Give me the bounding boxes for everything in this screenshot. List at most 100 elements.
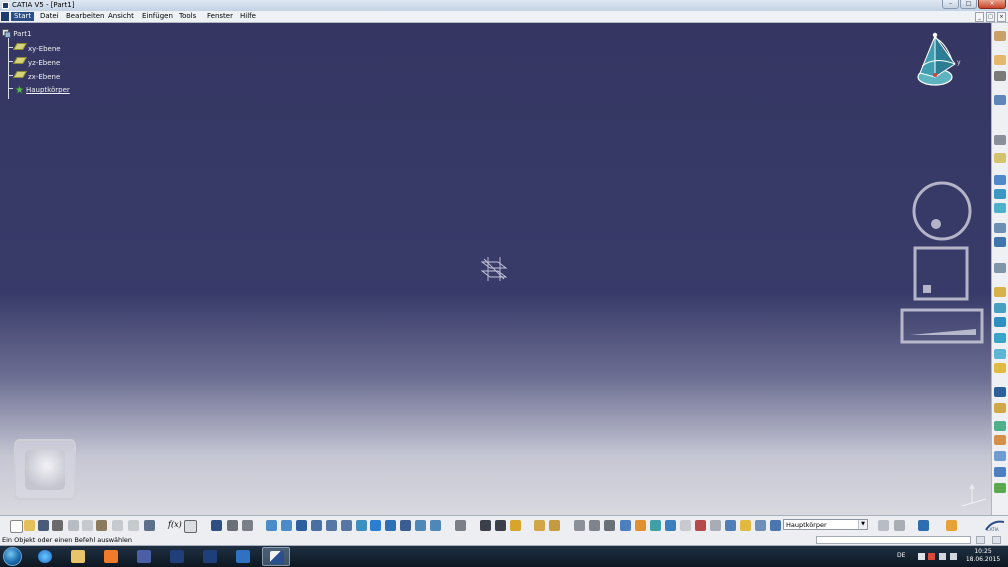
layer-icon[interactable] bbox=[755, 520, 766, 531]
menu-ansicht[interactable]: Ansicht bbox=[105, 12, 137, 21]
insert-body-icon[interactable] bbox=[534, 520, 545, 531]
catia-logo-icon[interactable]: CATIA bbox=[984, 519, 1006, 532]
measure-icon[interactable] bbox=[480, 520, 491, 531]
loft-icon[interactable] bbox=[994, 333, 1006, 343]
taskbar-save[interactable] bbox=[130, 547, 158, 566]
constraint-tool-icon[interactable] bbox=[994, 71, 1006, 81]
3d-viewport[interactable]: Part1 xy-Ebene yz-Ebene zx-Ebene Hauptkö… bbox=[0, 23, 991, 515]
tray-expand-icon[interactable] bbox=[918, 553, 925, 560]
tools-palette-icon[interactable] bbox=[878, 520, 889, 531]
axis-system-icon[interactable] bbox=[574, 520, 585, 531]
menu-tools[interactable]: Tools bbox=[176, 12, 199, 21]
split-icon[interactable] bbox=[994, 403, 1006, 413]
taskbar-catia[interactable] bbox=[163, 547, 191, 566]
iso-view-icon[interactable] bbox=[385, 520, 396, 531]
pattern-icon[interactable] bbox=[994, 483, 1006, 493]
swap-icon[interactable] bbox=[710, 520, 721, 531]
fit-all-icon[interactable] bbox=[281, 520, 292, 531]
copy-icon[interactable] bbox=[82, 520, 93, 531]
catalog-icon[interactable] bbox=[894, 520, 905, 531]
tray-flag-icon[interactable] bbox=[928, 553, 935, 560]
blend-icon[interactable] bbox=[994, 317, 1006, 327]
normal-view-icon[interactable] bbox=[356, 520, 367, 531]
search-icon[interactable] bbox=[227, 520, 238, 531]
doc-restore-button[interactable]: □ bbox=[986, 12, 995, 22]
analysis-icon[interactable] bbox=[695, 520, 706, 531]
command-input[interactable] bbox=[816, 536, 971, 544]
sphere-icon[interactable] bbox=[994, 223, 1006, 233]
doc-minimize-button[interactable]: _ bbox=[975, 12, 984, 22]
extrude-icon[interactable] bbox=[994, 175, 1006, 185]
taskbar-explorer[interactable] bbox=[64, 547, 92, 566]
sketcher-icon[interactable] bbox=[994, 95, 1006, 105]
sweep-icon[interactable] bbox=[994, 203, 1006, 213]
paste-icon[interactable] bbox=[96, 520, 107, 531]
language-indicator[interactable]: DE bbox=[897, 552, 905, 559]
document-icon[interactable] bbox=[1, 12, 9, 21]
boolean-op-icon[interactable] bbox=[549, 520, 560, 531]
undo-icon[interactable] bbox=[112, 520, 123, 531]
tree-item-part-body[interactable]: Hauptkörper bbox=[8, 85, 70, 96]
macro-icon[interactable] bbox=[211, 520, 222, 531]
status-options-button[interactable] bbox=[992, 536, 1001, 544]
plane-icon[interactable] bbox=[620, 520, 631, 531]
taskbar-internet-explorer[interactable] bbox=[31, 547, 59, 566]
swap-space-icon[interactable] bbox=[430, 520, 441, 531]
clock[interactable]: 10:25 18.06.2015 bbox=[965, 548, 1001, 564]
plane-tool-icon[interactable] bbox=[994, 153, 1006, 163]
formula-button[interactable]: f(x) bbox=[168, 520, 182, 529]
multi-view-icon[interactable] bbox=[370, 520, 381, 531]
inertia-icon[interactable] bbox=[495, 520, 506, 531]
menu-bearbeiten[interactable]: Bearbeiten bbox=[63, 12, 107, 21]
properties-icon[interactable] bbox=[242, 520, 253, 531]
spline-icon[interactable] bbox=[994, 263, 1006, 273]
revolve-icon[interactable] bbox=[994, 189, 1006, 199]
cut-icon[interactable] bbox=[68, 520, 79, 531]
comment-icon[interactable] bbox=[184, 520, 197, 533]
menu-start[interactable]: Start bbox=[11, 12, 35, 21]
compass-icon[interactable]: y bbox=[911, 28, 963, 90]
navigation-thumbnail[interactable] bbox=[14, 439, 76, 500]
hide-icon[interactable] bbox=[680, 520, 691, 531]
hide-show-icon[interactable] bbox=[415, 520, 426, 531]
chevron-down-icon[interactable]: ▼ bbox=[858, 520, 867, 529]
network-icon[interactable] bbox=[939, 553, 946, 560]
menu-datei[interactable]: Datei bbox=[37, 12, 62, 21]
tree-item-yz-plane[interactable]: yz-Ebene bbox=[8, 57, 60, 68]
current-body-icon[interactable] bbox=[770, 520, 781, 531]
boolean-icon[interactable] bbox=[994, 363, 1006, 373]
offset-icon[interactable] bbox=[994, 287, 1006, 297]
tree-item-zx-plane[interactable]: zx-Ebene bbox=[8, 71, 60, 82]
view-navigation-widget[interactable] bbox=[898, 180, 988, 345]
close-button[interactable]: × bbox=[978, 0, 1006, 9]
shading-icon[interactable] bbox=[400, 520, 411, 531]
tree-root-part1[interactable]: Part1 bbox=[2, 29, 32, 40]
light-icon[interactable] bbox=[740, 520, 751, 531]
intersection-icon[interactable] bbox=[650, 520, 661, 531]
surface-icon[interactable] bbox=[994, 349, 1006, 359]
volume-icon[interactable] bbox=[950, 553, 957, 560]
minimize-button[interactable]: – bbox=[942, 0, 959, 9]
start-button[interactable] bbox=[3, 547, 22, 566]
current-body-select[interactable]: Hauptkörper ▼ bbox=[783, 519, 868, 530]
doc-close-button[interactable]: × bbox=[997, 12, 1006, 22]
rotate-icon[interactable] bbox=[311, 520, 322, 531]
trim-icon[interactable] bbox=[994, 421, 1006, 431]
mirror-icon[interactable] bbox=[994, 467, 1006, 477]
redo-icon[interactable] bbox=[128, 520, 139, 531]
whats-this-icon[interactable] bbox=[144, 520, 155, 531]
fill-icon[interactable] bbox=[994, 303, 1006, 313]
print-icon[interactable] bbox=[52, 520, 63, 531]
zoom-in-icon[interactable] bbox=[326, 520, 337, 531]
scene-icon[interactable] bbox=[725, 520, 736, 531]
select-tool-icon[interactable] bbox=[994, 55, 1006, 65]
taskbar-catia-window[interactable] bbox=[262, 547, 290, 566]
catia-app-icon[interactable] bbox=[2, 2, 9, 9]
pan-icon[interactable] bbox=[296, 520, 307, 531]
grid-icon[interactable] bbox=[635, 520, 646, 531]
save-icon[interactable] bbox=[38, 520, 49, 531]
workbench-icon[interactable] bbox=[946, 520, 957, 531]
knowledge-icon[interactable] bbox=[918, 520, 929, 531]
cylinder-icon[interactable] bbox=[994, 237, 1006, 247]
status-stop-button[interactable] bbox=[976, 536, 985, 544]
